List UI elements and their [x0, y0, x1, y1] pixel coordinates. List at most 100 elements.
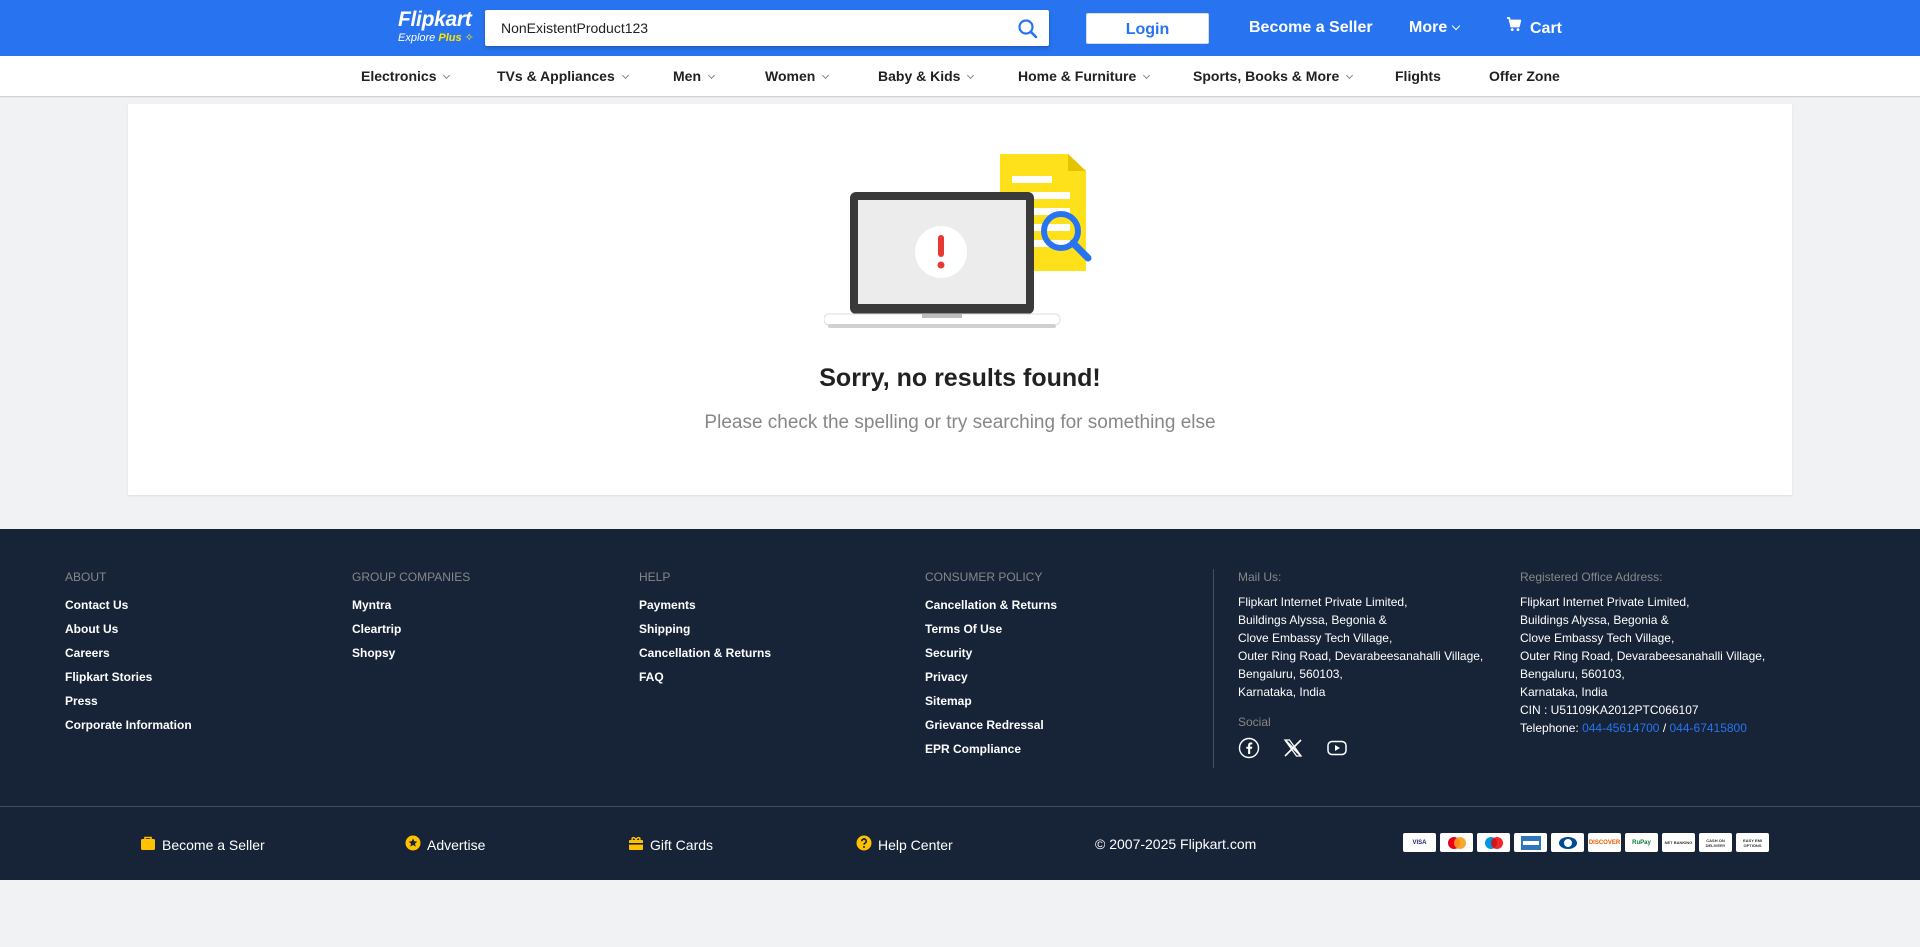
phone-link-1[interactable]: 044-45614700 [1582, 721, 1659, 735]
payment-methods: VISA DISCOVER RuPay NET BANKING CASH ON … [1403, 833, 1769, 852]
footer-office-address: Registered Office Address: Flipkart Inte… [1520, 569, 1810, 737]
office-line: Clove Embassy Tech Village, [1520, 631, 1675, 645]
category-offer-zone[interactable]: Offer Zone [1489, 68, 1560, 84]
visa-icon: VISA [1403, 833, 1436, 852]
chevron-down-icon [621, 71, 629, 80]
search-bar [485, 10, 1049, 46]
footer-policy-heading: CONSUMER POLICY [925, 570, 1043, 584]
office-line: Buildings Alyssa, Begonia & [1520, 613, 1669, 627]
footer-link-about-us[interactable]: About Us [65, 621, 192, 637]
footer-about-heading: ABOUT [65, 570, 107, 584]
category-baby-kids[interactable]: Baby & Kids [878, 68, 975, 84]
footer-link-grievance[interactable]: Grievance Redressal [925, 717, 1057, 733]
footer-link-policy-cancellation[interactable]: Cancellation & Returns [925, 597, 1057, 613]
amex-icon [1514, 833, 1547, 852]
logo-text: Flipkart [398, 8, 472, 31]
footer-help-center[interactable]: Help Center [856, 835, 953, 854]
category-electronics[interactable]: Electronics [361, 68, 451, 84]
office-line: Flipkart Internet Private Limited, [1520, 595, 1690, 609]
mail-line: Buildings Alyssa, Begonia & [1238, 613, 1387, 627]
net-banking-icon: NET BANKING [1662, 833, 1695, 852]
maestro-icon [1477, 833, 1510, 852]
advertise-star-icon [405, 835, 421, 851]
category-sports-books[interactable]: Sports, Books & More [1193, 68, 1354, 84]
footer-link-payments[interactable]: Payments [639, 597, 771, 613]
flipkart-logo[interactable]: Flipkart Explore Plus ✧ [398, 8, 474, 48]
footer-help-column: HELP Payments Shipping Cancellation & Re… [639, 569, 771, 693]
site-footer: ABOUT Contact Us About Us Careers Flipka… [0, 529, 1920, 880]
footer-link-terms[interactable]: Terms Of Use [925, 621, 1057, 637]
mail-line: Outer Ring Road, Devarabeesanahalli Vill… [1238, 649, 1484, 663]
cart-label: Cart [1530, 20, 1563, 38]
rupay-icon: RuPay [1625, 833, 1658, 852]
category-nav: Electronics TVs & Appliances Men Women B… [0, 56, 1920, 96]
footer-link-faq[interactable]: FAQ [639, 669, 771, 685]
search-icon[interactable] [1017, 18, 1039, 40]
become-seller-link[interactable]: Become a Seller [1249, 18, 1373, 38]
footer-link-contact-us[interactable]: Contact Us [65, 597, 192, 613]
footer-become-seller[interactable]: Become a Seller [140, 835, 265, 854]
login-button[interactable]: Login [1086, 13, 1209, 44]
cart-link[interactable]: Cart [1506, 16, 1563, 40]
logo-subtitle: Explore Plus ✧ [398, 32, 474, 44]
footer-link-privacy[interactable]: Privacy [925, 669, 1057, 685]
discover-icon: DISCOVER [1588, 833, 1621, 852]
footer-link-careers[interactable]: Careers [65, 645, 192, 661]
no-results-title: Sorry, no results found! [819, 364, 1101, 392]
facebook-icon[interactable] [1238, 737, 1262, 761]
mail-line: Clove Embassy Tech Village, [1238, 631, 1393, 645]
footer-link-epr[interactable]: EPR Compliance [925, 741, 1057, 757]
youtube-icon[interactable] [1326, 737, 1350, 761]
category-tvs-appliances[interactable]: TVs & Appliances [497, 68, 629, 84]
copyright-text: © 2007-2025 Flipkart.com [1095, 836, 1257, 852]
top-header: Flipkart Explore Plus ✧ Login Become a S… [0, 0, 1920, 56]
category-men[interactable]: Men [673, 68, 716, 84]
footer-link-cancellation-returns[interactable]: Cancellation & Returns [639, 645, 771, 661]
cart-icon [1506, 16, 1522, 38]
plus-star-icon: ✧ [464, 32, 474, 44]
mail-line: Bengaluru, 560103, [1238, 667, 1343, 681]
footer-link-corporate-information[interactable]: Corporate Information [65, 717, 192, 733]
office-heading: Registered Office Address: [1520, 570, 1663, 584]
chevron-down-icon [707, 71, 716, 80]
footer-group-column: GROUP COMPANIES Myntra Cleartrip Shopsy [352, 569, 470, 669]
footer-link-shopsy[interactable]: Shopsy [352, 645, 470, 661]
mail-line: Flipkart Internet Private Limited, [1238, 595, 1408, 609]
footer-gift-cards[interactable]: Gift Cards [628, 835, 713, 854]
category-flights[interactable]: Flights [1395, 68, 1441, 84]
footer-link-press[interactable]: Press [65, 693, 192, 709]
footer-group-heading: GROUP COMPANIES [352, 570, 471, 584]
chevron-down-icon [967, 71, 975, 80]
no-results-subtitle: Please check the spelling or try searchi… [704, 412, 1216, 433]
x-icon[interactable] [1282, 737, 1306, 761]
more-label: More [1409, 19, 1448, 36]
search-input[interactable] [501, 10, 1001, 46]
footer-advertise[interactable]: Advertise [405, 835, 485, 854]
cash-on-delivery-icon: CASH ON DELIVERY [1699, 833, 1732, 852]
diners-icon [1551, 833, 1584, 852]
seller-bag-icon [140, 835, 156, 851]
office-cin: CIN : U51109KA2012PTC066107 [1520, 703, 1699, 717]
more-menu[interactable]: More [1409, 18, 1461, 38]
footer-about-column: ABOUT Contact Us About Us Careers Flipka… [65, 569, 192, 741]
category-women[interactable]: Women [765, 68, 830, 84]
no-results-card: Sorry, no results found! Please check th… [128, 104, 1792, 495]
footer-mail-address: Mail Us: Flipkart Internet Private Limit… [1238, 569, 1528, 761]
office-line: Outer Ring Road, Devarabeesanahalli Vill… [1520, 649, 1766, 663]
category-home-furniture[interactable]: Home & Furniture [1018, 68, 1151, 84]
footer-link-shipping[interactable]: Shipping [639, 621, 771, 637]
footer-link-flipkart-stories[interactable]: Flipkart Stories [65, 669, 192, 685]
footer-link-security[interactable]: Security [925, 645, 1057, 661]
mail-line: Karnataka, India [1238, 685, 1326, 699]
footer-policy-column: CONSUMER POLICY Cancellation & Returns T… [925, 569, 1057, 765]
gift-card-icon [628, 835, 644, 851]
chevron-down-icon [1451, 21, 1461, 31]
chevron-down-icon [822, 71, 830, 80]
office-telephone: Telephone: 044-45614700 / 044-67415800 [1520, 721, 1747, 735]
footer-link-cleartrip[interactable]: Cleartrip [352, 621, 470, 637]
footer-link-myntra[interactable]: Myntra [352, 597, 470, 613]
chevron-down-icon [443, 71, 451, 80]
footer-link-sitemap[interactable]: Sitemap [925, 693, 1057, 709]
office-line: Karnataka, India [1520, 685, 1608, 699]
phone-link-2[interactable]: 044-67415800 [1670, 721, 1747, 735]
